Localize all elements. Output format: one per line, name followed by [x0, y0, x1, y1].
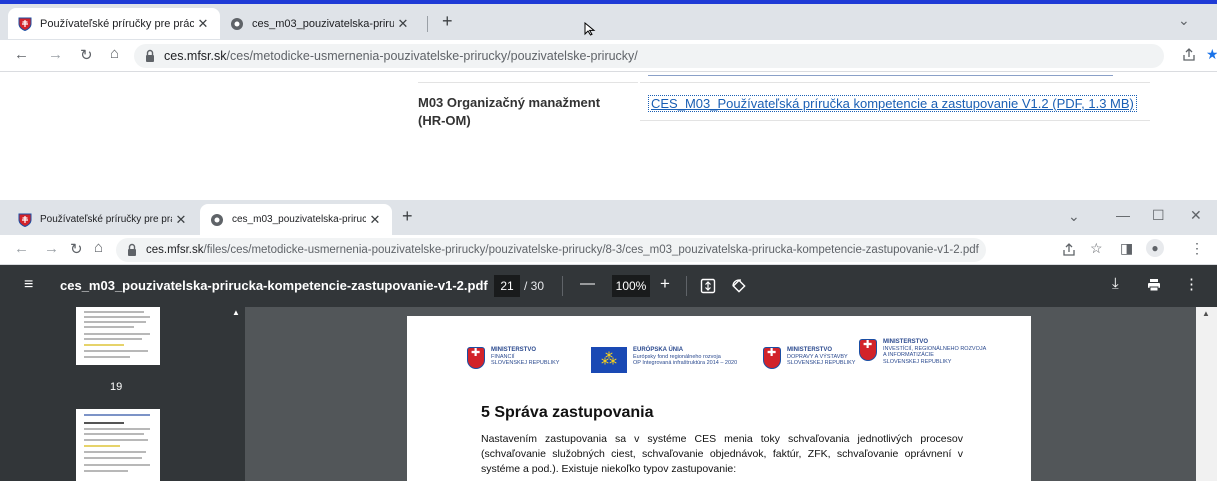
thumbnail-page-label: 19 — [110, 381, 123, 393]
close-icon[interactable]: ✕ — [194, 16, 212, 32]
close-icon[interactable]: ✕ — [366, 212, 384, 228]
logo-ministry-finance: MINISTERSTVO FINANCIÍ SLOVENSKEJ REPUBLI… — [467, 347, 559, 369]
divider — [562, 276, 563, 296]
star-icon[interactable]: ☆ — [1090, 240, 1103, 257]
tab-title: ces_m03_pouzivatelska-prirucka- — [232, 214, 366, 225]
new-tab-button[interactable]: + — [442, 11, 453, 32]
chrome-favicon — [231, 17, 243, 30]
zoom-out-button[interactable]: — — [580, 275, 595, 292]
chrome-favicon — [211, 213, 223, 226]
scroll-up-icon[interactable]: ▲ — [1202, 309, 1210, 318]
chevron-down-icon[interactable]: ⌄ — [1178, 12, 1190, 29]
slovak-coat-of-arms-icon — [859, 339, 877, 361]
tab-title: Používateľské príručky pre prácu — [40, 17, 194, 30]
slovak-coat-of-arms-icon — [763, 347, 781, 369]
logo-ministry-transport: MINISTERSTVO DOPRAVY A VÝSTAVBY SLOVENSK… — [763, 347, 855, 369]
slovak-shield-favicon — [18, 213, 32, 227]
logo-eu: ⁂ EURÓPSKA ÚNIA Európsky fond regionálne… — [591, 347, 737, 373]
browser-toolbar: ← → ↻ ⌂ ces.mfsr.sk/files/ces/metodicke-… — [0, 235, 1217, 265]
new-tab-button[interactable]: + — [402, 206, 413, 227]
tab-prirucky[interactable]: Používateľské príručky pre prácu ✕ — [8, 204, 198, 235]
browser-screenshot-top: Používateľské príručky pre prácu ✕ ces_m… — [0, 0, 1217, 132]
divider — [686, 276, 687, 296]
kebab-menu-icon[interactable]: ⋮ — [1184, 275, 1199, 293]
close-icon[interactable]: ✕ — [394, 16, 412, 32]
lock-icon — [146, 49, 154, 62]
module-label: M03 Organizačný manažment (HR-OM) — [418, 95, 601, 128]
reload-icon[interactable]: ↻ — [70, 240, 83, 258]
hamburger-icon[interactable]: ≡ — [24, 276, 33, 294]
section-heading: 5 Správa zastupovania — [481, 404, 654, 421]
url-host: ces.mfsr.sk — [164, 49, 227, 63]
web-page-content: M03 Organizačný manažment (HR-OM) CES_M0… — [0, 72, 1217, 132]
forward-arrow-icon[interactable]: → — [48, 46, 63, 63]
previous-link-cut — [648, 68, 1113, 76]
home-icon[interactable]: ⌂ — [110, 45, 119, 62]
slovak-coat-of-arms-icon — [467, 347, 485, 369]
logo-text: SLOVENSKEJ REPUBLIKY — [883, 358, 952, 365]
tab-strip: Používateľské príručky pre prácu ✕ ces_m… — [0, 4, 1217, 40]
zoom-input[interactable]: 100% — [612, 275, 650, 297]
logo-ministry-investment: MINISTERSTVO INVESTÍCIÍ, REGIONÁLNEHO RO… — [859, 339, 986, 365]
back-arrow-icon[interactable]: ← — [14, 46, 29, 63]
close-icon[interactable]: ✕ — [172, 212, 190, 228]
url-path: /files/ces/metodicke-usmernenia-pouzivat… — [203, 244, 979, 256]
page-number-input[interactable]: 21 — [494, 275, 520, 297]
eu-flag-icon: ⁂ — [591, 347, 627, 373]
document-scrollbar[interactable]: ▲ — [1196, 307, 1217, 481]
logo-text: OP Integrovaná infraštruktúra 2014 – 202… — [633, 360, 738, 366]
thumbnail-sidebar: 19 — [0, 307, 245, 481]
logo-text: SLOVENSKEJ REPUBLIKY — [491, 360, 560, 366]
rotate-icon[interactable] — [730, 277, 748, 295]
print-icon[interactable] — [1147, 278, 1161, 292]
tab-strip: Používateľské príručky pre prácu ✕ ces_m… — [0, 200, 1217, 235]
lock-icon — [128, 243, 136, 256]
address-bar[interactable]: ces.mfsr.sk/ces/metodicke-usmernenia-pou… — [134, 44, 1164, 68]
tab-prirucky[interactable]: Používateľské príručky pre prácu ✕ — [8, 8, 220, 39]
tab-separator — [427, 16, 428, 32]
url-host: ces.mfsr.sk — [146, 244, 204, 256]
pdf-toolbar: ≡ ces_m03_pouzivatelska-prirucka-kompete… — [0, 265, 1217, 307]
sidebar-scroll-up-icon[interactable]: ▲ — [232, 308, 240, 317]
fit-page-icon[interactable] — [700, 278, 716, 294]
maximize-icon[interactable]: ☐ — [1152, 207, 1165, 224]
divider — [640, 82, 1150, 83]
page-thumbnail-20[interactable] — [76, 409, 160, 481]
divider — [640, 120, 1150, 121]
home-icon[interactable]: ⌂ — [94, 239, 103, 256]
tab-title: ces_m03_pouzivatelska-prirucka- — [252, 17, 394, 30]
slovak-shield-favicon — [18, 17, 32, 31]
page-total: / 30 — [524, 279, 545, 293]
pdf-page: MINISTERSTVO FINANCIÍ SLOVENSKEJ REPUBLI… — [407, 316, 1031, 481]
minimize-icon[interactable]: — — [1116, 207, 1130, 223]
page-thumbnail-19[interactable] — [76, 307, 160, 365]
share-icon[interactable] — [1062, 243, 1076, 257]
reload-icon[interactable]: ↻ — [80, 46, 93, 64]
logo-text: SLOVENSKEJ REPUBLIKY — [787, 360, 856, 366]
pdf-document-area: MINISTERSTVO FINANCIÍ SLOVENSKEJ REPUBLI… — [245, 307, 1217, 481]
zoom-in-button[interactable]: + — [660, 274, 670, 294]
mouse-cursor-icon — [584, 22, 596, 36]
chevron-down-icon[interactable]: ⌄ — [1068, 208, 1080, 225]
tab-pdf[interactable]: ces_m03_pouzivatelska-prirucka- ✕ — [220, 8, 420, 39]
tab-title: Používateľské príručky pre prácu — [40, 214, 172, 225]
browser-screenshot-pdf: Používateľské príručky pre prácu ✕ ces_m… — [0, 200, 1217, 481]
divider — [418, 82, 638, 83]
body-paragraph: Nastavením zastupovania sa v systéme CES… — [481, 433, 963, 475]
kebab-menu-icon[interactable]: ⋮ — [1190, 240, 1204, 257]
address-bar[interactable]: ces.mfsr.sk/files/ces/metodicke-usmernen… — [116, 238, 986, 262]
profile-icon[interactable]: ● — [1146, 239, 1164, 257]
sidebar-icon[interactable]: ◨ — [1120, 240, 1133, 257]
url-path: /ces/metodicke-usmernenia-pouzivatelske-… — [226, 49, 638, 63]
tab-pdf[interactable]: ces_m03_pouzivatelska-prirucka- ✕ — [200, 204, 392, 235]
back-arrow-icon[interactable]: ← — [14, 240, 29, 257]
star-icon[interactable]: ★ — [1206, 46, 1217, 63]
manual-pdf-link[interactable]: CES_M03_Používateľská príručka kompetenc… — [648, 95, 1137, 112]
share-icon[interactable] — [1182, 48, 1196, 62]
pdf-filename: ces_m03_pouzivatelska-prirucka-kompetenc… — [60, 278, 488, 293]
download-icon[interactable]: ⤓ — [1112, 275, 1119, 292]
close-window-icon[interactable]: ✕ — [1190, 207, 1202, 224]
forward-arrow-icon[interactable]: → — [44, 240, 59, 257]
